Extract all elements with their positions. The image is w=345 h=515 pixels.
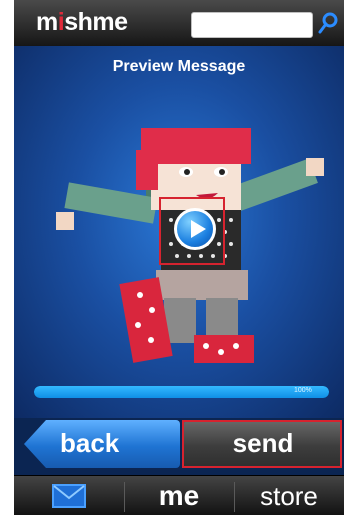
back-button-label: back: [60, 428, 120, 458]
progress-fill: [34, 386, 329, 398]
back-button[interactable]: back: [24, 420, 180, 468]
right-arm: [229, 158, 324, 212]
progress-label: 100%: [294, 387, 312, 394]
play-button[interactable]: [174, 208, 216, 250]
play-icon: [191, 220, 206, 238]
page-title: Preview Message: [112, 58, 246, 75]
mail-icon: [52, 484, 86, 508]
nav-store[interactable]: store: [234, 476, 344, 515]
bottom-nav: me store: [14, 475, 344, 515]
nav-me[interactable]: me: [124, 476, 234, 515]
mishme-logo: mishme: [36, 8, 128, 36]
top-bar: mishme: [14, 0, 344, 47]
search-input[interactable]: [191, 12, 313, 38]
nav-mail[interactable]: [14, 476, 124, 515]
send-highlight-frame: [182, 420, 342, 468]
progress-bar: [34, 386, 329, 398]
search-icon[interactable]: [316, 10, 340, 38]
app-screen: mishme Preview Message 100% back send me…: [14, 0, 344, 515]
